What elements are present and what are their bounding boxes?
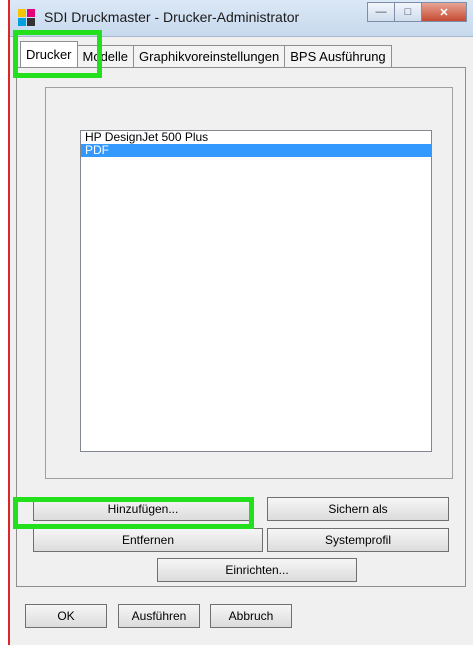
printer-app-icon <box>18 9 36 27</box>
close-icon[interactable]: ✕ <box>421 2 467 22</box>
system-profile-button[interactable]: Systemprofil <box>267 528 449 552</box>
window-title: SDI Druckmaster - Drucker-Administrator <box>44 9 300 25</box>
tab-bps-ausfuehrung[interactable]: BPS Ausführung <box>284 45 392 68</box>
tab-graphikvoreinstellungen[interactable]: Graphikvoreinstellungen <box>133 45 286 68</box>
minimize-icon[interactable]: — <box>367 2 395 22</box>
save-as-button[interactable]: Sichern als <box>267 497 449 521</box>
setup-button[interactable]: Einrichten... <box>157 558 357 582</box>
window-controls: — □ ✕ <box>367 2 467 22</box>
tab-drucker[interactable]: Drucker <box>20 41 78 68</box>
add-printer-button[interactable]: Hinzufügen... <box>33 497 253 521</box>
printer-list-item-selected[interactable]: PDF <box>81 144 431 157</box>
tab-strip: Drucker Modelle Graphikvoreinstellungen … <box>20 41 392 68</box>
run-button[interactable]: Ausführen <box>118 604 200 628</box>
tab-panel-drucker: HP DesignJet 500 Plus PDF Hinzufügen... … <box>16 67 466 587</box>
maximize-icon[interactable]: □ <box>394 2 422 22</box>
printer-list-item[interactable]: HP DesignJet 500 Plus <box>81 131 431 144</box>
remove-printer-button[interactable]: Entfernen <box>33 528 263 552</box>
application-window: SDI Druckmaster - Drucker-Administrator … <box>8 0 473 645</box>
printer-list[interactable]: HP DesignJet 500 Plus PDF <box>80 130 432 452</box>
tab-modelle[interactable]: Modelle <box>76 45 135 68</box>
cancel-button[interactable]: Abbruch <box>210 604 292 628</box>
title-bar: SDI Druckmaster - Drucker-Administrator … <box>10 0 473 37</box>
ok-button[interactable]: OK <box>25 604 107 628</box>
